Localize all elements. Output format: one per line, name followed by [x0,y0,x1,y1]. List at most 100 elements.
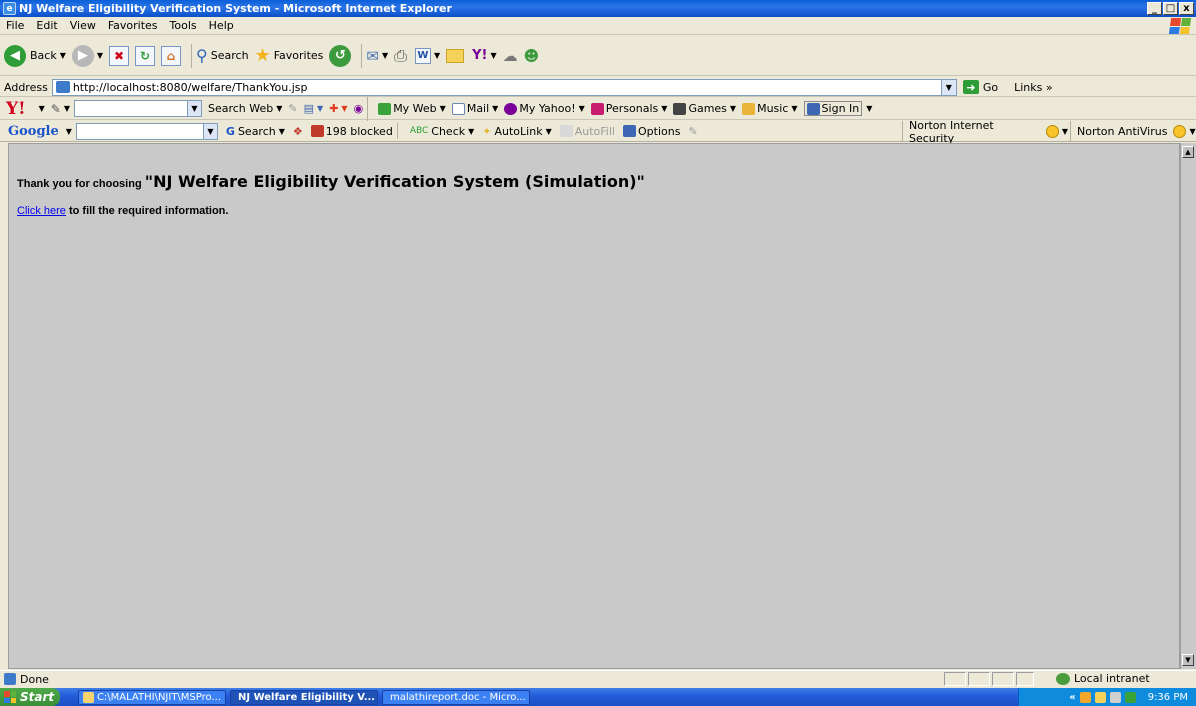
options-button[interactable]: Options [622,125,680,138]
yahoo-menu-dropdown-icon[interactable]: ▼ [39,104,45,113]
maximize-button[interactable]: □ [1163,2,1178,15]
minimize-button[interactable]: _ [1147,2,1162,15]
yahoo-search-dropdown-icon[interactable]: ▼ [186,101,201,116]
address-dropdown-icon[interactable]: ▼ [940,79,956,95]
mail-yahoo-button[interactable]: Mail ▼ [451,102,498,115]
forward-dropdown-icon[interactable]: ▼ [97,51,103,60]
google-search-button[interactable]: G Search ▼ [226,125,285,138]
toolbar-separator [367,96,369,121]
my-web-label: My Web [393,102,437,115]
menu-file[interactable]: File [0,19,30,32]
google-toolbar: Google ▼ ▼ G Search ▼ ❖ 198 blocked ABC Che… [0,119,1196,145]
tray-icons [1079,691,1136,703]
tray-norton-icon[interactable] [1094,691,1106,703]
google-search-input[interactable]: ▼ [75,122,218,140]
tray-signal-icon[interactable] [1124,691,1136,703]
antispy-icon[interactable]: ✚ ▼ [329,102,347,115]
ie-app-icon[interactable]: e [3,2,16,15]
google-search-dropdown-icon[interactable]: ▼ [202,123,217,139]
popup-blocked-icon [310,125,324,137]
mail-button[interactable]: ✉ ▼ [366,47,388,65]
back-button[interactable]: ◀ Back ▼ [4,44,66,67]
standard-toolbar: ◀ Back ▼ ▶ ▼ ✖ ↻ ⌂ ⚲ Search ★ Favorites … [0,36,1196,76]
yahoo-search-input[interactable]: ▼ [73,100,202,117]
pagerank-icon[interactable]: ❖ [293,125,303,138]
back-dropdown-icon[interactable]: ▼ [60,51,66,60]
menu-view[interactable]: View [64,19,102,32]
tray-volume-icon[interactable] [1109,691,1121,703]
favorites-button[interactable]: ★ Favorites [255,45,324,66]
autofill-button[interactable]: AutoFill [559,124,615,138]
yahoo-more-dropdown-icon[interactable]: ▼ [866,104,872,113]
status-panels [944,672,1036,686]
my-web-button[interactable]: My Web ▼ [378,102,446,115]
google-logo-text: Google [8,123,59,139]
print-icon[interactable]: ⎙ [394,46,407,66]
msn-messenger-icon[interactable]: ☻ [524,47,540,65]
sign-in-button[interactable]: Sign In [803,101,863,116]
window-controls: _ □ x [1147,2,1194,15]
refresh-icon[interactable]: ↻ [135,45,156,66]
folder-icon[interactable] [446,48,465,63]
autofill-label: AutoFill [574,124,615,138]
norton-internet-security-button[interactable]: Norton Internet Security ▼ [902,119,1068,145]
spell-check-icon: ABC [409,126,429,136]
edit-word-button[interactable]: W ▼ [414,47,440,64]
zone-label: Local intranet [1074,672,1150,685]
status-panel [1016,672,1034,686]
highlight-pen-icon[interactable]: ✎ [688,125,697,138]
google-menu-dropdown-icon[interactable]: ▼ [66,127,72,136]
forward-button[interactable]: ▶ ▼ [71,44,103,67]
search-button[interactable]: ⚲ Search [196,46,249,65]
search-web-button[interactable]: Search Web ▼ [208,102,282,115]
games-button[interactable]: Games ▼ [673,102,736,115]
links-button[interactable]: Links » [1014,81,1053,94]
yahoo-logo[interactable]: Y! [6,99,26,119]
vertical-scrollbar[interactable] [1180,143,1196,669]
yahoo-messenger-button[interactable]: Y! ▼ [472,48,497,63]
sign-in-label: Sign In [821,102,860,115]
menu-favorites[interactable]: Favorites [102,19,164,32]
page-done-icon [4,673,16,685]
history-icon[interactable]: ↺ [329,44,352,67]
discuss-icon[interactable]: ☁ [503,47,518,65]
yahoo-messenger-icon: Y! [472,48,488,63]
stop-icon[interactable]: ✖ [109,45,130,66]
tray-network-icon[interactable] [1079,691,1091,703]
messenger-dropdown-icon[interactable]: ▼ [490,51,496,60]
taskbar: Start C:\MALATHI\NJIT\MSPro... NJ Welfar… [0,688,1196,706]
taskbar-item-word[interactable]: malathireport.doc - Micro... [382,689,530,705]
scroll-up-icon[interactable]: ▲ [1182,146,1194,158]
go-button[interactable]: ➜ Go [962,80,998,94]
personals-button[interactable]: Personals ▼ [590,102,667,115]
address-input[interactable]: http://localhost:8080/welfare/ThankYou.j… [51,78,957,96]
tray-expand-icon[interactable]: « [1069,692,1075,703]
menu-bar: File Edit View Favorites Tools Help [0,17,1196,35]
autolink-button[interactable]: ✦ AutoLink ▼ [482,125,551,138]
click-here-link[interactable]: Click here [17,205,66,217]
start-button[interactable]: Start [0,688,60,706]
toolbar-list-icon[interactable]: ▤ ▼ [304,102,324,115]
edit-dropdown-icon[interactable]: ▼ [434,51,440,60]
close-button[interactable]: x [1179,2,1194,15]
google-logo[interactable]: Google [8,124,59,139]
pencil-dropdown-icon[interactable]: ▼ [64,104,70,113]
popup-blocker-icon[interactable]: ◉ [354,102,364,115]
scroll-down-icon[interactable]: ▼ [1182,654,1194,666]
taskbar-item-explorer[interactable]: C:\MALATHI\NJIT\MSPro... [78,689,226,705]
norton-antivirus-button[interactable]: Norton AntiVirus ▼ [1070,121,1196,142]
folder-icon [83,691,94,703]
my-yahoo-button[interactable]: My Yahoo! ▼ [504,102,585,115]
home-icon[interactable]: ⌂ [161,45,182,66]
menu-help[interactable]: Help [203,19,240,32]
my-web-icon [378,102,392,115]
music-button[interactable]: Music ▼ [742,102,798,115]
mail-dropdown-icon[interactable]: ▼ [382,51,388,60]
menu-tools[interactable]: Tools [164,19,203,32]
pencil-icon[interactable]: ✎ [51,102,61,116]
popup-blocked-button[interactable]: 198 blocked [310,125,393,138]
spell-check-button[interactable]: ABC Check ▼ [410,125,474,138]
highlight-icon[interactable]: ✎ [288,102,297,115]
taskbar-item-ie[interactable]: NJ Welfare Eligibility V... [230,689,378,705]
menu-edit[interactable]: Edit [30,19,63,32]
